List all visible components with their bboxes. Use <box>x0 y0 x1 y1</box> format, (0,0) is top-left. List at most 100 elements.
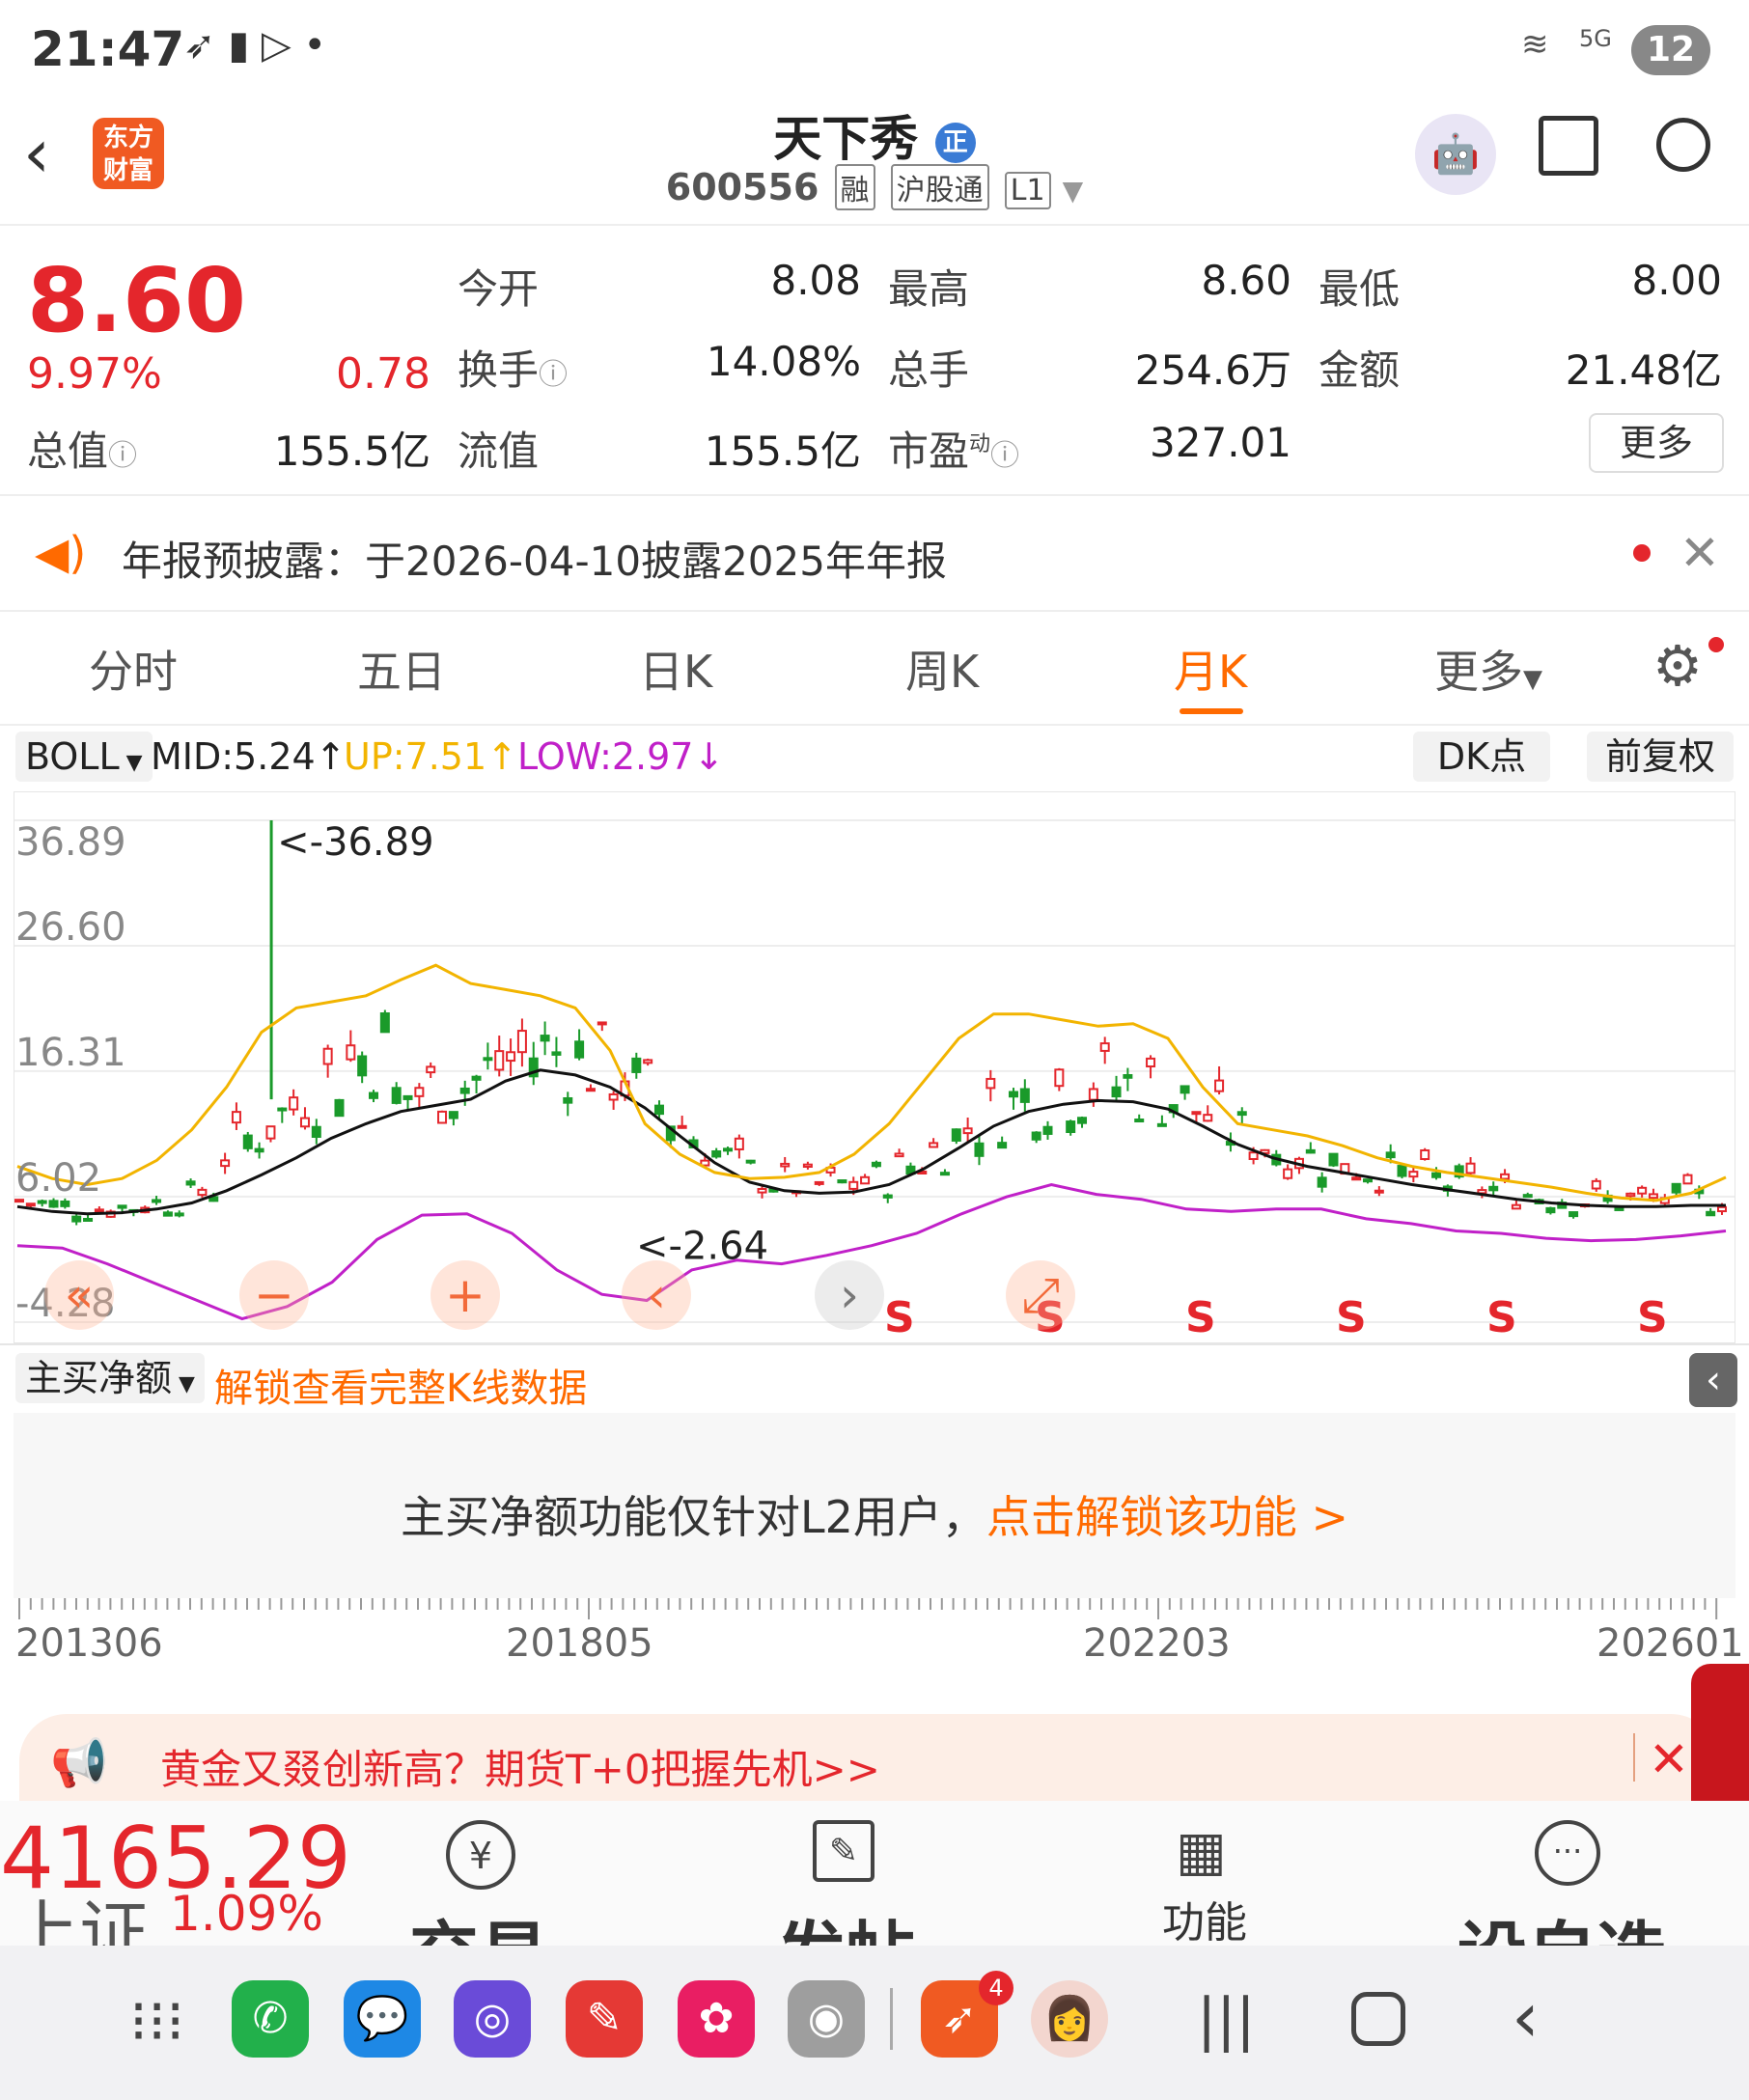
turnover-label-text: 换手 <box>458 346 540 394</box>
adjust-button[interactable]: 前复权 <box>1587 732 1734 782</box>
candle-body <box>459 1087 470 1094</box>
candle-body <box>1522 1194 1533 1199</box>
notes-app-icon[interactable]: ✎ <box>566 1980 643 2058</box>
candle-body <box>962 1127 973 1135</box>
candle-body <box>242 1134 253 1149</box>
candle-body <box>426 1065 436 1074</box>
caret-down-icon: ▼ <box>172 1372 195 1396</box>
chevron-down-icon: ▼ <box>1062 175 1084 207</box>
phone-app-icon[interactable]: ✆ <box>232 1980 309 2058</box>
tab-five-day[interactable]: 五日 <box>357 637 446 701</box>
messages-app-icon[interactable]: 💬 <box>344 1980 421 2058</box>
mktcap-value: 155.5亿 <box>273 428 430 475</box>
candle-body <box>1706 1210 1716 1217</box>
robot-assistant-icon[interactable]: 🤖 <box>1415 114 1496 195</box>
candle-body <box>94 1208 104 1213</box>
recents-icon[interactable]: ||| <box>1197 1986 1256 2054</box>
candle-body <box>1008 1091 1018 1098</box>
time-tick-2: 201805 <box>506 1621 653 1666</box>
tab-week-k[interactable]: 周K <box>905 637 979 701</box>
pe-sup: 动 <box>969 432 991 456</box>
ad-text[interactable]: 黄金又叕创新高？期货T+0把握先机>> <box>160 1737 880 1796</box>
zoom-out-icon[interactable]: − <box>239 1260 309 1330</box>
fullscreen-icon[interactable]: ⤢ <box>1006 1260 1075 1330</box>
candle-body <box>1019 1088 1030 1103</box>
tab-more[interactable]: 更多▼ <box>1434 637 1542 701</box>
chevron-left-icon[interactable]: ‹ <box>622 1260 691 1330</box>
candle-body <box>974 1142 985 1157</box>
app-badge: 4 <box>979 1971 1013 2005</box>
more-quote-button[interactable]: 更多 <box>1589 413 1724 473</box>
candle-body <box>1431 1172 1442 1178</box>
edit-post-icon[interactable]: ✎ <box>813 1820 874 1882</box>
candle-body <box>939 1172 950 1176</box>
turnover-label[interactable]: 换手ⓘ <box>458 338 568 397</box>
candle-body <box>311 1125 321 1138</box>
app-drawer-icon[interactable]: ⁝⁝⁝ <box>129 1988 184 2056</box>
candle-body <box>1420 1148 1430 1161</box>
candle-body <box>1031 1131 1041 1141</box>
candle-body <box>860 1175 871 1185</box>
apps-grid-icon[interactable]: ▦ <box>1176 1820 1227 1883</box>
indicator-select[interactable]: BOLL ▼ <box>15 732 153 782</box>
back-nav-icon[interactable]: ‹ <box>1512 1976 1540 2058</box>
float-value: 155.5亿 <box>704 428 861 475</box>
collapse-panel-icon[interactable]: ‹ <box>1689 1353 1737 1407</box>
gallery-app-icon[interactable]: ✿ <box>678 1980 755 2058</box>
candle-body <box>25 1202 36 1207</box>
close-icon[interactable]: ✕ <box>1649 1731 1689 1787</box>
candle-body <box>1077 1117 1088 1124</box>
trade-label[interactable]: 交易 <box>409 1897 548 1946</box>
candle-body <box>1305 1148 1316 1154</box>
unlock-link[interactable]: 解锁查看完整K线数据 <box>214 1357 587 1413</box>
candle-body <box>585 1088 596 1092</box>
candle-body <box>871 1161 881 1168</box>
pe-label[interactable]: 市盈动ⓘ <box>888 419 1019 478</box>
chevron-double-left-icon[interactable]: « <box>44 1260 114 1330</box>
tab-day-k[interactable]: 日K <box>639 637 712 701</box>
mktcap-label[interactable]: 总值ⓘ <box>27 419 137 478</box>
function-label[interactable]: 功能 <box>1162 1888 1247 1946</box>
sub-indicator-select[interactable]: 主买净额 ▼ <box>15 1353 205 1403</box>
zoom-in-icon[interactable]: + <box>430 1260 500 1330</box>
tag-margin: 融 <box>834 164 875 210</box>
candle-body <box>117 1204 127 1209</box>
candle-body <box>483 1057 493 1062</box>
more-circle-icon[interactable]: ··· <box>1535 1820 1600 1886</box>
home-icon[interactable] <box>1351 1992 1405 2046</box>
candle-body <box>254 1147 264 1153</box>
candle-body <box>1717 1205 1727 1213</box>
trade-icon[interactable]: ¥ <box>446 1820 515 1890</box>
l2-unlock-link[interactable]: 点击解锁该功能 > <box>986 1491 1348 1543</box>
divider <box>0 494 1749 496</box>
watchlist-label[interactable]: 设自选 <box>1458 1897 1666 1946</box>
candle-body <box>1625 1192 1636 1198</box>
browser-app-icon[interactable]: ◎ <box>454 1980 531 2058</box>
share-icon[interactable] <box>1539 116 1598 176</box>
volume-label: 总手 <box>888 346 970 394</box>
close-icon[interactable]: ✕ <box>1680 525 1720 581</box>
candle-body <box>1374 1189 1384 1194</box>
candle-body <box>563 1096 573 1104</box>
max-label: <-36.89 <box>277 820 433 865</box>
tab-month-k[interactable]: 月K <box>1174 637 1247 701</box>
camera-app-icon[interactable]: ◉ <box>788 1980 865 2058</box>
search-icon[interactable] <box>1656 118 1710 172</box>
chevron-right-icon[interactable]: › <box>815 1260 884 1330</box>
notice-text[interactable]: 年报预披露：于2026-04-10披露2025年年报 <box>122 529 947 588</box>
candle-body <box>414 1087 425 1097</box>
boll-mid-value: MID:5.24 <box>151 735 316 778</box>
boll-mid: MID:5.24↑ <box>151 735 347 778</box>
tab-minute[interactable]: 分时 <box>89 637 178 701</box>
index-percent: 1.09% <box>170 1886 323 1942</box>
sell-marker: S <box>884 1293 915 1342</box>
candle-body <box>1317 1176 1327 1188</box>
post-label[interactable]: 发帖 <box>776 1897 915 1946</box>
candle-body <box>745 1159 756 1164</box>
turnover-value: 14.08% <box>706 338 861 385</box>
avatar-app-icon[interactable]: 👩 <box>1031 1980 1108 2058</box>
dk-point-button[interactable]: DK点 <box>1413 732 1550 782</box>
gear-icon[interactable]: ⚙ <box>1652 633 1703 699</box>
candle-body <box>1111 1086 1122 1098</box>
candle-body <box>1191 1111 1202 1116</box>
